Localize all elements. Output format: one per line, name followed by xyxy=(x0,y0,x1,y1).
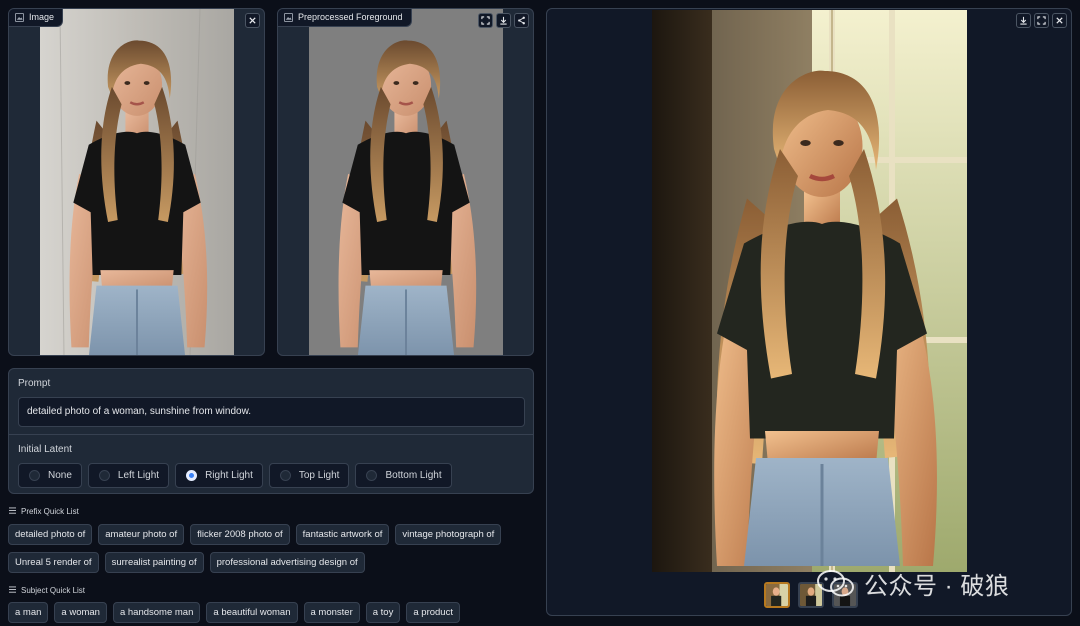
prefix-chip-row-2: Unreal 5 render of surrealist painting o… xyxy=(8,552,365,573)
subject-chip[interactable]: a beautiful woman xyxy=(206,602,298,623)
close-icon[interactable] xyxy=(245,13,260,28)
controls-divider xyxy=(9,434,533,435)
prefix-quick-list-title: Prefix Quick List xyxy=(9,507,79,516)
radio-dot xyxy=(29,470,40,481)
radio-left-light[interactable]: Left Light xyxy=(87,463,170,488)
radio-label: Bottom Light xyxy=(385,470,442,481)
foreground-panel[interactable]: Preprocessed Foreground xyxy=(277,8,534,356)
download-icon[interactable] xyxy=(496,13,511,28)
subject-chip[interactable]: a woman xyxy=(54,602,107,623)
subject-chip[interactable]: a handsome man xyxy=(112,602,201,623)
image-icon xyxy=(15,12,24,22)
prefix-chip[interactable]: surrealist painting of xyxy=(104,552,204,573)
prefix-quick-list-title-text: Prefix Quick List xyxy=(21,507,79,516)
prefix-chip[interactable]: vintage photograph of xyxy=(395,524,502,545)
prompt-title: Prompt xyxy=(18,378,51,389)
list-icon xyxy=(9,586,16,595)
radio-none[interactable]: None xyxy=(18,463,82,488)
wechat-logo-icon xyxy=(816,569,856,599)
radio-top-light[interactable]: Top Light xyxy=(268,463,350,488)
radio-label: Left Light xyxy=(117,470,160,481)
radio-dot xyxy=(98,470,110,481)
close-icon[interactable] xyxy=(1052,13,1067,28)
prefix-chip[interactable]: fantastic artwork of xyxy=(295,524,390,545)
fullscreen-icon[interactable] xyxy=(1034,13,1049,28)
radio-dot-selected xyxy=(186,470,198,481)
input-image-panel[interactable]: Image xyxy=(8,8,265,356)
initial-latent-radio-group: None Left Light Right Light Top Light Bo… xyxy=(18,463,452,488)
radio-right-light[interactable]: Right Light xyxy=(175,463,263,488)
input-image-label-text: Image xyxy=(29,12,55,22)
watermark: 公众号 · 破狼 xyxy=(816,566,1009,601)
prefix-chip[interactable]: detailed photo of xyxy=(8,524,93,545)
prompt-input[interactable]: detailed photo of a woman, sunshine from… xyxy=(18,397,525,427)
subject-chip[interactable]: a toy xyxy=(365,602,401,623)
watermark-text: 公众号 · 破狼 xyxy=(864,573,1010,600)
subject-quick-list-title: Subject Quick List xyxy=(9,586,85,595)
prefix-chip[interactable]: professional advertising design of xyxy=(209,552,365,573)
prefix-chip-row-1: detailed photo of amateur photo of flick… xyxy=(8,524,502,545)
input-image-label: Image xyxy=(9,9,64,27)
input-photo xyxy=(40,9,234,355)
prefix-chip[interactable]: Unreal 5 render of xyxy=(8,552,99,573)
subject-chip-row: a man a woman a handsome man a beautiful… xyxy=(8,602,460,623)
output-photo xyxy=(652,10,967,572)
foreground-photo xyxy=(309,9,503,355)
radio-dot xyxy=(366,470,378,481)
download-icon[interactable] xyxy=(1016,13,1031,28)
foreground-label: Preprocessed Foreground xyxy=(278,9,412,27)
subject-chip[interactable]: a product xyxy=(406,602,460,623)
prefix-chip[interactable]: amateur photo of xyxy=(98,524,185,545)
generation-controls: Prompt detailed photo of a woman, sunshi… xyxy=(8,368,534,494)
foreground-label-text: Preprocessed Foreground xyxy=(298,12,403,22)
subject-chip[interactable]: a monster xyxy=(303,602,360,623)
prefix-chip[interactable]: flicker 2008 photo of xyxy=(190,524,290,545)
image-icon xyxy=(284,12,293,22)
radio-bottom-light[interactable]: Bottom Light xyxy=(355,463,452,488)
output-gallery-panel[interactable] xyxy=(546,8,1072,616)
subject-chip[interactable]: a man xyxy=(8,602,49,623)
share-icon[interactable] xyxy=(514,13,529,28)
radio-label: Right Light xyxy=(205,470,253,481)
initial-latent-title: Initial Latent xyxy=(18,444,72,455)
radio-label: None xyxy=(48,470,72,481)
fullscreen-icon[interactable] xyxy=(478,13,493,28)
gallery-thumbnail-selected[interactable] xyxy=(764,582,790,608)
radio-dot xyxy=(279,470,291,481)
radio-label: Top Light xyxy=(298,470,340,481)
subject-quick-list-title-text: Subject Quick List xyxy=(21,586,86,595)
list-icon xyxy=(9,507,16,516)
